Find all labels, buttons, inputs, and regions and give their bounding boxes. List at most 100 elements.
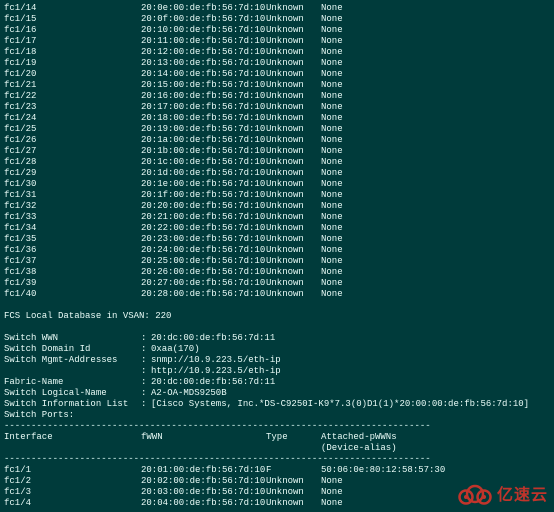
colon-prefix xyxy=(141,410,151,421)
table-row: fc1/1920:13:00:de:fb:56:7d:10UnknownNone xyxy=(4,58,550,69)
table-row: fc1/2720:1b:00:de:fb:56:7d:10UnknownNone xyxy=(4,146,550,157)
cell-interface: fc1/15 xyxy=(4,14,141,25)
interface-list-ports: fc1/120:01:00:de:fb:56:7d:10F50:06:0e:80… xyxy=(4,465,550,509)
cell-fwwn: 20:21:00:de:fb:56:7d:10 xyxy=(141,212,266,223)
cell-type: Unknown xyxy=(266,80,321,91)
table-row: fc1/2420:18:00:de:fb:56:7d:10UnknownNone xyxy=(4,113,550,124)
table-row: fc1/2020:14:00:de:fb:56:7d:10UnknownNone xyxy=(4,69,550,80)
cell-attached: None xyxy=(321,58,550,69)
table-row: fc1/2920:1d:00:de:fb:56:7d:10UnknownNone xyxy=(4,168,550,179)
switch-info-row: : http://10.9.223.5/eth-ip xyxy=(4,366,550,377)
table-row: fc1/2220:16:00:de:fb:56:7d:10UnknownNone xyxy=(4,91,550,102)
switch-info-row: Switch Logical-Name: A2-OA-MDS9250B xyxy=(4,388,550,399)
cell-type: Unknown xyxy=(266,135,321,146)
cell-interface: fc1/3 xyxy=(4,487,141,498)
table-row: fc1/2520:19:00:de:fb:56:7d:10UnknownNone xyxy=(4,124,550,135)
cell-type: Unknown xyxy=(266,58,321,69)
cell-attached: None xyxy=(321,498,550,509)
header-interface: Interface xyxy=(4,432,141,443)
switch-info-row: Switch Mgmt-Addresses: snmp://10.9.223.5… xyxy=(4,355,550,366)
cell-attached: None xyxy=(321,476,550,487)
cell-type: Unknown xyxy=(266,190,321,201)
cell-interface: fc1/22 xyxy=(4,91,141,102)
fcs-heading: FCS Local Database in VSAN: 220 xyxy=(4,311,550,322)
cell-attached: None xyxy=(321,234,550,245)
cell-attached: None xyxy=(321,36,550,47)
cell-interface: fc1/18 xyxy=(4,47,141,58)
cell-type: Unknown xyxy=(266,498,321,509)
cell-type: Unknown xyxy=(266,146,321,157)
cell-fwwn: 20:1f:00:de:fb:56:7d:10 xyxy=(141,190,266,201)
cell-fwwn: 20:27:00:de:fb:56:7d:10 xyxy=(141,278,266,289)
divider-top: ----------------------------------------… xyxy=(4,421,550,432)
table-row: fc1/1820:12:00:de:fb:56:7d:10UnknownNone xyxy=(4,47,550,58)
table-row: fc1/320:03:00:de:fb:56:7d:10UnknownNone xyxy=(4,487,550,498)
table-row: fc1/3820:26:00:de:fb:56:7d:10UnknownNone xyxy=(4,267,550,278)
switch-info-value: [Cisco Systems, Inc.*DS-C9250I-K9*7.3(0)… xyxy=(151,399,550,410)
switch-info-label: Fabric-Name xyxy=(4,377,141,388)
switch-info-row: Switch Ports: xyxy=(4,410,550,421)
header-attached: Attached-pWWNs xyxy=(321,432,550,443)
switch-info-value: http://10.9.223.5/eth-ip xyxy=(151,366,550,377)
table-row: fc1/3220:20:00:de:fb:56:7d:10UnknownNone xyxy=(4,201,550,212)
cell-fwwn: 20:1d:00:de:fb:56:7d:10 xyxy=(141,168,266,179)
cell-attached: None xyxy=(321,179,550,190)
switch-info-value: A2-OA-MDS9250B xyxy=(151,388,550,399)
switch-info-value: snmp://10.9.223.5/eth-ip xyxy=(151,355,550,366)
divider-bottom: ----------------------------------------… xyxy=(4,454,550,465)
cell-interface: fc1/29 xyxy=(4,168,141,179)
cell-interface: fc1/4 xyxy=(4,498,141,509)
cell-interface: fc1/40 xyxy=(4,289,141,300)
table-row: fc1/120:01:00:de:fb:56:7d:10F50:06:0e:80… xyxy=(4,465,550,476)
switch-info-label: Switch Logical-Name xyxy=(4,388,141,399)
switch-info-label: Switch Ports: xyxy=(4,410,141,421)
cell-type: Unknown xyxy=(266,69,321,80)
cell-fwwn: 20:1a:00:de:fb:56:7d:10 xyxy=(141,135,266,146)
cell-type: F xyxy=(266,465,321,476)
cell-type: Unknown xyxy=(266,3,321,14)
cell-type: Unknown xyxy=(266,102,321,113)
cell-type: Unknown xyxy=(266,91,321,102)
table-row: fc1/1420:0e:00:de:fb:56:7d:10UnknownNone xyxy=(4,3,550,14)
cell-fwwn: 20:26:00:de:fb:56:7d:10 xyxy=(141,267,266,278)
header-type: Type xyxy=(266,432,321,443)
cell-fwwn: 20:0e:00:de:fb:56:7d:10 xyxy=(141,3,266,14)
switch-info-value: 0xaa(170) xyxy=(151,344,550,355)
cell-attached: None xyxy=(321,69,550,80)
terminal-output[interactable]: fc1/1420:0e:00:de:fb:56:7d:10UnknownNone… xyxy=(0,0,554,512)
header-fwwn: fWWN xyxy=(141,432,266,443)
cell-interface: fc1/19 xyxy=(4,58,141,69)
cell-attached: None xyxy=(321,267,550,278)
table-row: fc1/3720:25:00:de:fb:56:7d:10UnknownNone xyxy=(4,256,550,267)
cell-fwwn: 20:15:00:de:fb:56:7d:10 xyxy=(141,80,266,91)
table-row: fc1/420:04:00:de:fb:56:7d:10UnknownNone xyxy=(4,498,550,509)
cell-attached: None xyxy=(321,256,550,267)
cell-attached: None xyxy=(321,146,550,157)
colon-prefix: : xyxy=(141,366,151,377)
cell-type: Unknown xyxy=(266,245,321,256)
cell-type: Unknown xyxy=(266,201,321,212)
colon-prefix: : xyxy=(141,399,151,410)
cell-attached: 50:06:0e:80:12:58:57:30 xyxy=(321,465,550,476)
cell-attached: None xyxy=(321,157,550,168)
cell-interface: fc1/27 xyxy=(4,146,141,157)
table-row: fc1/220:02:00:de:fb:56:7d:10UnknownNone xyxy=(4,476,550,487)
cell-interface: fc1/14 xyxy=(4,3,141,14)
cell-fwwn: 20:23:00:de:fb:56:7d:10 xyxy=(141,234,266,245)
cell-attached: None xyxy=(321,289,550,300)
colon-prefix: : xyxy=(141,388,151,399)
cell-type: Unknown xyxy=(266,14,321,25)
cell-interface: fc1/35 xyxy=(4,234,141,245)
table-row: fc1/3620:24:00:de:fb:56:7d:10UnknownNone xyxy=(4,245,550,256)
cell-type: Unknown xyxy=(266,157,321,168)
table-row: fc1/3920:27:00:de:fb:56:7d:10UnknownNone xyxy=(4,278,550,289)
cell-fwwn: 20:20:00:de:fb:56:7d:10 xyxy=(141,201,266,212)
cell-interface: fc1/37 xyxy=(4,256,141,267)
cell-fwwn: 20:01:00:de:fb:56:7d:10 xyxy=(141,465,266,476)
table-row: fc1/3420:22:00:de:fb:56:7d:10UnknownNone xyxy=(4,223,550,234)
table-row: fc1/2120:15:00:de:fb:56:7d:10UnknownNone xyxy=(4,80,550,91)
cell-type: Unknown xyxy=(266,113,321,124)
cell-attached: None xyxy=(321,190,550,201)
table-row: fc1/2820:1c:00:de:fb:56:7d:10UnknownNone xyxy=(4,157,550,168)
switch-info-row: Fabric-Name: 20:dc:00:de:fb:56:7d:11 xyxy=(4,377,550,388)
